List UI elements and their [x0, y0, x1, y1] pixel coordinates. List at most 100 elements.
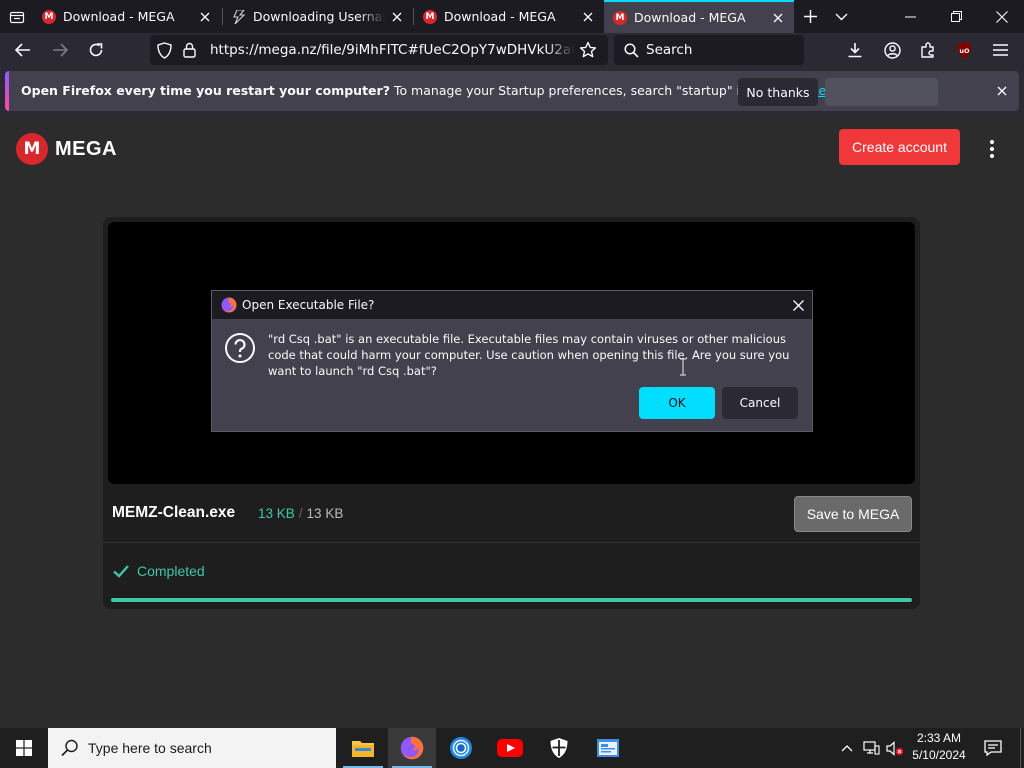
search-icon: [624, 43, 639, 58]
notifications-icon: [984, 740, 1002, 756]
downloaded-size: 13 KB: [258, 506, 295, 521]
chrome-icon: [450, 737, 472, 759]
text-cursor-icon: [680, 358, 686, 376]
tab-2[interactable]: Downloading Usernameli: [223, 0, 413, 33]
windows-security-shield-icon: [550, 738, 568, 758]
download-progress-bar: [111, 598, 912, 602]
list-all-tabs-button[interactable]: [829, 0, 853, 33]
close-icon: [997, 86, 1007, 96]
mega-logo-text: MEGA: [55, 137, 117, 160]
open-executable-dialog: Open Executable File? "rd Csq .bat" is a…: [211, 290, 813, 432]
firefox-icon: [221, 297, 237, 313]
lock-icon[interactable]: [183, 42, 196, 58]
taskbar-file-explorer[interactable]: [339, 728, 387, 768]
show-hidden-icons-button[interactable]: [836, 728, 858, 768]
mega-icon: M: [42, 9, 56, 24]
menu-button[interactable]: [985, 35, 1015, 65]
clock-date: 5/10/2024: [912, 748, 966, 762]
reload-icon: [89, 43, 103, 57]
restore-button[interactable]: [934, 0, 978, 33]
close-tab-icon[interactable]: [766, 6, 790, 30]
dialog-close-button[interactable]: [786, 293, 810, 317]
firefox-icon: [400, 736, 424, 760]
arrow-left-icon: [15, 43, 30, 57]
back-button[interactable]: [8, 35, 38, 65]
cancel-button[interactable]: Cancel: [722, 387, 798, 419]
chevron-up-icon: [841, 744, 853, 751]
tab-title: Download - MEGA: [634, 10, 746, 25]
create-account-button[interactable]: Create account: [839, 129, 960, 165]
ok-button[interactable]: OK: [639, 387, 715, 419]
size-separator: /: [298, 506, 303, 521]
taskbar-chrome[interactable]: [437, 728, 485, 768]
account-button[interactable]: [877, 35, 907, 65]
close-icon: [996, 10, 1008, 23]
taskbar-search-placeholder: Type here to search: [88, 740, 212, 756]
dialog-titlebar: Open Executable File?: [212, 291, 812, 319]
start-button[interactable]: [0, 728, 48, 768]
startup-notification-bar: Open Firefox every time you restart your…: [5, 71, 1019, 111]
tab-list-button[interactable]: [0, 0, 33, 33]
tab-strip: M Download - MEGA Downloading Usernameli…: [0, 0, 1024, 33]
download-icon: [848, 43, 862, 58]
more-options-icon[interactable]: [980, 135, 1004, 163]
search-placeholder: Search: [646, 42, 693, 58]
remote-desktop-icon: [597, 739, 619, 757]
notification-close-button[interactable]: [990, 79, 1014, 103]
file-size: 13 KB/13 KB: [258, 506, 343, 521]
file-name: MEMZ-Clean.exe: [112, 504, 236, 521]
extensions-button[interactable]: [913, 35, 943, 65]
tab-title: Downloading Usernameli: [253, 9, 385, 24]
notification-area: Open Firefox every time you restart your…: [0, 67, 1024, 115]
total-size: 13 KB: [306, 506, 344, 521]
lightning-icon: [232, 9, 246, 24]
reload-button[interactable]: [81, 35, 111, 65]
downloads-button[interactable]: [840, 35, 870, 65]
network-icon[interactable]: [860, 728, 882, 768]
close-tab-icon[interactable]: [576, 5, 600, 29]
tab-1[interactable]: M Download - MEGA: [33, 0, 221, 33]
restore-icon: [950, 11, 962, 22]
save-to-mega-button[interactable]: Save to MEGA: [794, 496, 912, 532]
address-bar[interactable]: https://mega.nz/file/9iMhFITC#fUeC2OpY7w…: [150, 35, 608, 65]
hamburger-menu-icon: [992, 44, 1008, 56]
windows-logo-icon: [16, 740, 32, 756]
mega-icon: M: [613, 10, 627, 25]
taskbar-clock[interactable]: 2:33 AM 5/10/2024: [904, 730, 974, 764]
no-thanks-button[interactable]: No thanks: [738, 78, 818, 106]
search-bar[interactable]: Search: [614, 35, 804, 65]
action-center-button[interactable]: [978, 728, 1008, 768]
mega-logo-icon: M: [16, 133, 48, 165]
mega-icon: M: [423, 9, 437, 24]
tab-title: Download - MEGA: [63, 9, 175, 24]
forward-button[interactable]: [45, 35, 75, 65]
close-window-button[interactable]: [980, 0, 1024, 33]
notification-action-button[interactable]: [825, 78, 938, 106]
volume-muted-icon[interactable]: [884, 728, 906, 768]
clock-time: 2:33 AM: [916, 731, 962, 745]
new-tab-button[interactable]: [798, 0, 822, 33]
progress-fill: [111, 598, 912, 602]
close-tab-icon[interactable]: [385, 5, 409, 29]
shield-icon[interactable]: [157, 42, 172, 59]
minimize-icon: [904, 16, 916, 17]
svg-text:uO: uO: [959, 47, 970, 55]
ublock-button[interactable]: uO: [949, 35, 979, 65]
taskbar-search-box[interactable]: Type here to search: [48, 728, 336, 768]
tab-title: Download - MEGA: [444, 9, 556, 24]
taskbar-windows-security[interactable]: [535, 728, 583, 768]
minimize-button[interactable]: [888, 0, 932, 33]
taskbar-firefox[interactable]: [388, 728, 436, 768]
tab-4-active[interactable]: M Download - MEGA: [604, 0, 794, 33]
youtube-icon: [497, 739, 523, 757]
search-icon: [61, 739, 78, 757]
tab-3[interactable]: M Download - MEGA: [414, 0, 604, 33]
puzzle-icon: [921, 42, 934, 58]
taskbar-remote-desktop[interactable]: [584, 728, 632, 768]
taskbar-youtube[interactable]: [486, 728, 534, 768]
close-tab-icon[interactable]: [193, 5, 217, 29]
bookmark-star-icon[interactable]: [579, 41, 597, 59]
url-text: https://mega.nz/file/9iMhFITC#fUeC2OpY7w…: [210, 42, 575, 58]
notification-bold-text: Open Firefox every time you restart your…: [21, 83, 390, 98]
mega-logo[interactable]: M MEGA: [16, 133, 117, 165]
